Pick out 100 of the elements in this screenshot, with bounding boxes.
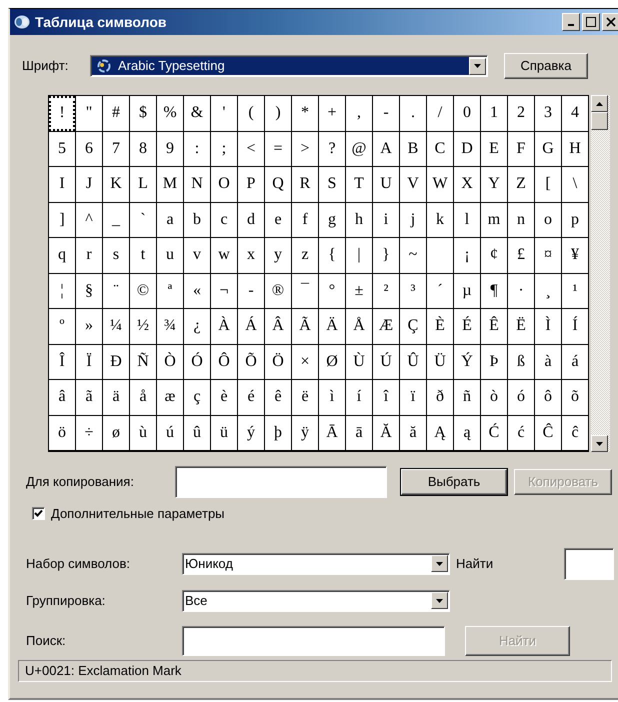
character-cell[interactable]: 0 [454,96,480,130]
character-cell[interactable]: Å [346,309,372,344]
character-cell[interactable]: ÷ [76,416,102,450]
character-cell[interactable]: ß [508,344,534,379]
character-cell[interactable]: Ą [427,416,453,450]
character-cell[interactable]: Ó [184,344,210,379]
character-cell[interactable]: / [427,96,453,130]
character-cell[interactable]: · [508,274,534,308]
character-cell[interactable]: ¾ [157,309,183,344]
character-cell[interactable]: ¦ [49,274,75,308]
character-cell[interactable]: ¹ [562,274,588,308]
character-cell[interactable]: : [184,132,210,166]
maximize-button[interactable] [582,13,600,31]
character-cell[interactable]: ù [130,416,156,450]
character-cell[interactable]: d [238,202,264,237]
charset-dropdown[interactable]: Юникод [182,552,450,574]
character-cell[interactable]: * [292,96,318,130]
character-cell[interactable]: Æ [373,309,399,344]
character-cell[interactable]: l [454,202,480,237]
character-cell[interactable]: m [481,202,507,237]
character-cell[interactable]: 1 [481,96,507,130]
character-cell[interactable]: Ä [319,309,345,344]
search-field[interactable] [182,626,445,656]
character-cell[interactable]: T [346,167,372,202]
character-cell[interactable]: j [400,202,426,237]
character-cell[interactable]: Ô [211,344,237,379]
character-cell[interactable]: \ [562,167,588,202]
goto-field[interactable] [564,548,614,580]
character-cell[interactable]: Ü [427,344,453,379]
character-cell[interactable]: ° [319,274,345,308]
character-cell[interactable]: ú [157,416,183,450]
character-cell[interactable]: 8 [130,132,156,166]
character-cell[interactable]: [ [535,167,561,202]
character-cell[interactable]: ¸ [535,274,561,308]
character-cell[interactable]: Ç [400,309,426,344]
character-cell[interactable]: Ĉ [535,416,561,450]
character-cell[interactable]: ø [103,416,129,450]
character-cell[interactable]: Ú [373,344,399,379]
character-cell[interactable]: ) [265,96,291,130]
character-cell[interactable]: « [184,274,210,308]
character-cell[interactable]: À [211,309,237,344]
character-cell[interactable]: 6 [76,132,102,166]
character-cell[interactable]: ; [211,132,237,166]
character-cell[interactable]: Ù [346,344,372,379]
character-cell[interactable]: è [211,380,237,414]
scrollbar[interactable] [591,95,610,452]
character-cell[interactable]: ă [400,416,426,450]
character-cell[interactable]: ë [292,380,318,414]
character-cell[interactable]: ³ [400,274,426,308]
character-cell[interactable]: ½ [130,309,156,344]
character-cell[interactable]: | [346,238,372,272]
character-cell[interactable]: Ö [265,344,291,379]
scroll-down-button[interactable] [591,435,608,452]
character-cell[interactable]: " [76,96,102,130]
character-cell[interactable]: Ý [454,344,480,379]
character-cell[interactable]: ç [184,380,210,414]
character-cell[interactable]: C [427,132,453,166]
character-cell[interactable]: Õ [238,344,264,379]
character-cell[interactable]: & [184,96,210,130]
character-cell[interactable]: G [535,132,561,166]
character-cell[interactable]: ý [238,416,264,450]
character-cell[interactable]: ÿ [292,416,318,450]
character-cell[interactable]: ì [319,380,345,414]
character-cell[interactable]: ` [130,202,156,237]
character-cell[interactable]: e [265,202,291,237]
character-cell[interactable]: Ë [508,309,534,344]
character-cell[interactable]: 9 [157,132,183,166]
character-cell[interactable]: W [427,167,453,202]
character-cell[interactable]: Ø [319,344,345,379]
character-cell[interactable]: x [238,238,264,272]
character-cell[interactable]: ā [346,416,372,450]
character-cell[interactable]: ] [49,202,75,237]
character-cell[interactable]: E [481,132,507,166]
character-cell[interactable]: ñ [454,380,480,414]
character-cell[interactable]: ä [103,380,129,414]
character-cell[interactable]: Í [562,309,588,344]
character-cell[interactable]: µ [454,274,480,308]
character-cell[interactable]: U [373,167,399,202]
character-cell[interactable]: f [292,202,318,237]
character-cell[interactable]: ? [319,132,345,166]
character-cell[interactable]: q [49,238,75,272]
character-cell[interactable]: ò [481,380,507,414]
character-cell[interactable]: É [454,309,480,344]
character-cell[interactable]: % [157,96,183,130]
character-cell[interactable]: ¿ [184,309,210,344]
minimize-button[interactable] [562,13,580,31]
character-cell[interactable]: p [562,202,588,237]
character-cell[interactable]: v [184,238,210,272]
character-cell[interactable]: D [454,132,480,166]
character-cell[interactable]: Î [49,344,75,379]
character-cell[interactable]: P [238,167,264,202]
character-cell[interactable]: Q [265,167,291,202]
character-cell[interactable]: â [49,380,75,414]
character-cell[interactable]: a [157,202,183,237]
character-cell[interactable]: Ê [481,309,507,344]
character-cell[interactable]: í [346,380,372,414]
character-cell[interactable]: ¡ [454,238,480,272]
character-cell[interactable]: ( [238,96,264,130]
help-button[interactable]: Справка [504,53,588,79]
character-cell[interactable]: < [238,132,264,166]
